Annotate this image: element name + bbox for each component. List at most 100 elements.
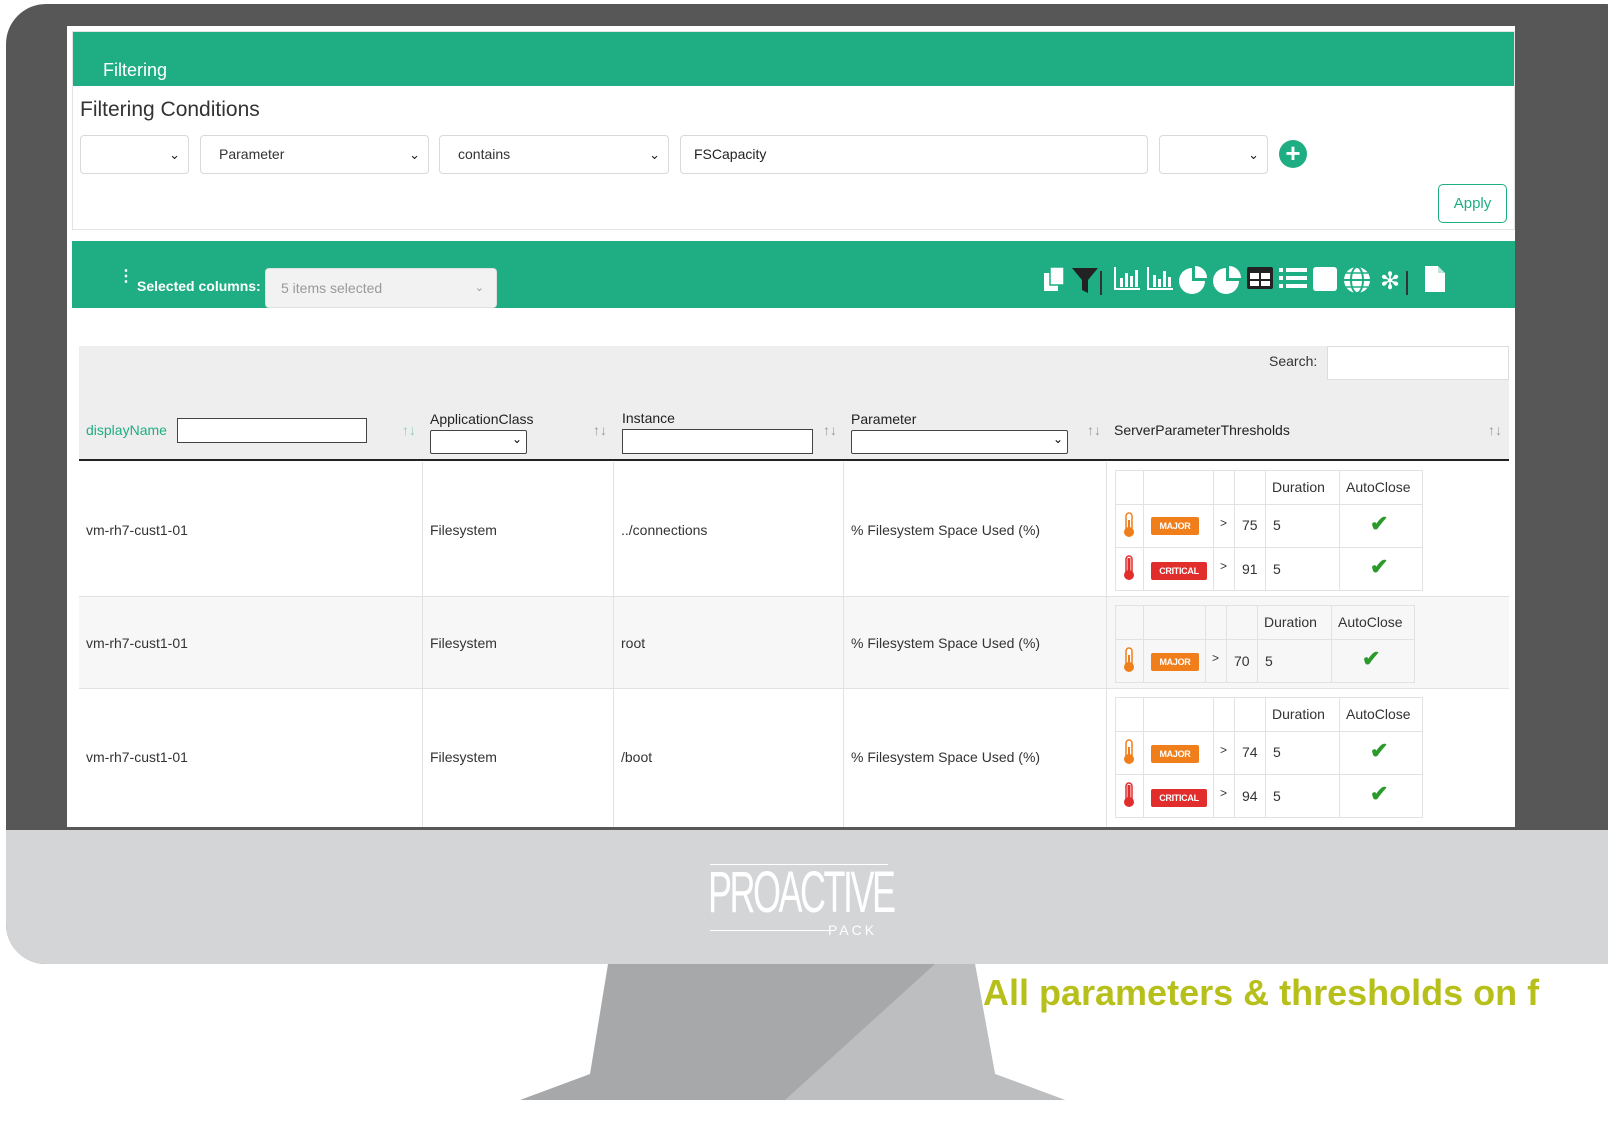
- cell-applicationclass: Filesystem: [423, 597, 614, 688]
- threshold-value: 70: [1234, 653, 1250, 669]
- sort-icon[interactable]: ↑↓: [402, 422, 416, 438]
- cell-applicationclass: Filesystem: [423, 462, 614, 596]
- instance-filter-input[interactable]: [622, 429, 813, 454]
- filtering-conditions-title: Filtering Conditions: [80, 98, 260, 121]
- checkmark-icon: ✔: [1370, 554, 1389, 579]
- instance-value: ../connections: [621, 522, 708, 538]
- plus-icon: +: [1285, 138, 1301, 168]
- tagline: All parameters & thresholds on f: [983, 972, 1540, 1013]
- copy-icon[interactable]: [1040, 265, 1070, 299]
- bar-chart-alt-icon[interactable]: [1145, 265, 1175, 299]
- toolbar-separator: [1406, 271, 1408, 295]
- list-icon[interactable]: [1278, 265, 1308, 299]
- applicationclass-filter-select[interactable]: ⌄: [430, 430, 527, 454]
- checkmark-icon: ✔: [1370, 781, 1389, 806]
- chevron-down-icon: ⌄: [1248, 147, 1259, 162]
- operator-value: >: [1212, 651, 1220, 665]
- checkmark-icon: ✔: [1370, 511, 1389, 536]
- bar-chart-icon[interactable]: [1112, 265, 1142, 299]
- cell-thresholds: Duration AutoClose MAJOR > 70 5 ✔: [1107, 597, 1509, 688]
- add-condition-button[interactable]: +: [1279, 140, 1307, 168]
- column-header-parameter[interactable]: Parameter: [851, 411, 916, 427]
- globe-icon[interactable]: [1342, 265, 1372, 299]
- logic-operator-select[interactable]: ⌄: [80, 135, 189, 174]
- chevron-down-icon: ⌄: [474, 282, 484, 294]
- cell-thresholds: Duration AutoClose MAJOR > 75 5 ✔ CRITIC…: [1107, 462, 1509, 596]
- table-icon[interactable]: [1245, 265, 1275, 299]
- severity-badge: MAJOR: [1151, 653, 1199, 671]
- search-label: Search:: [1269, 353, 1318, 369]
- operator-select[interactable]: contains ⌄: [439, 135, 669, 174]
- column-select[interactable]: Parameter ⌄: [200, 135, 429, 174]
- displayname-filter-input[interactable]: [177, 418, 367, 443]
- severity-badge: CRITICAL: [1151, 562, 1207, 580]
- duration-value: 5: [1273, 744, 1281, 760]
- autoclose-header: AutoClose: [1346, 479, 1411, 495]
- snowflake-icon[interactable]: ✻: [1375, 265, 1405, 299]
- parameter-value: % Filesystem Space Used (%): [851, 749, 1041, 765]
- checkmark-icon: ✔: [1370, 738, 1389, 763]
- parameter-value: % Filesystem Space Used (%): [851, 522, 1041, 538]
- parameter-filter-select[interactable]: ⌄: [851, 430, 1068, 454]
- applicationclass-value: Filesystem: [430, 749, 497, 765]
- duration-header: Duration: [1272, 706, 1325, 722]
- displayname-value: vm-rh7-cust1-01: [86, 522, 188, 538]
- table-header: displayName ↑↓ ApplicationClass ⌄ ↑↓ Ins…: [79, 401, 1509, 461]
- cell-displayname: vm-rh7-cust1-01: [79, 462, 423, 596]
- duration-value: 5: [1273, 517, 1281, 533]
- chevron-down-icon: ⌄: [169, 147, 180, 162]
- cell-displayname: vm-rh7-cust1-01: [79, 597, 423, 688]
- filter-value-input[interactable]: FSCapacity: [680, 135, 1148, 174]
- column-header-instance[interactable]: Instance: [622, 410, 675, 426]
- threshold-value: 75: [1242, 517, 1258, 533]
- filter-value-text: FSCapacity: [694, 146, 767, 162]
- cell-displayname: vm-rh7-cust1-01: [79, 689, 423, 827]
- column-header-applicationclass[interactable]: ApplicationClass: [430, 411, 534, 427]
- condition-join-select[interactable]: ⌄: [1159, 135, 1268, 174]
- threshold-value: 74: [1242, 744, 1258, 760]
- pie-chart-alt-icon[interactable]: [1212, 265, 1242, 299]
- cell-applicationclass: Filesystem: [423, 689, 614, 827]
- column-header-displayname[interactable]: displayName: [86, 422, 167, 438]
- column-header-serverparameterthresholds[interactable]: ServerParameterThresholds: [1114, 422, 1290, 438]
- filter-icon[interactable]: [1070, 265, 1100, 299]
- pie-chart-icon[interactable]: [1178, 265, 1208, 299]
- table-row[interactable]: vm-rh7-cust1-01 Filesystem ../connection…: [79, 462, 1509, 597]
- table-row[interactable]: vm-rh7-cust1-01 Filesystem root % Filesy…: [79, 597, 1509, 689]
- column-select-value: Parameter: [219, 146, 285, 162]
- kebab-menu-icon[interactable]: ⋮: [118, 269, 134, 285]
- cell-instance: /boot: [614, 689, 844, 827]
- severity-badge: MAJOR: [1151, 517, 1199, 535]
- sort-icon[interactable]: ↑↓: [823, 422, 837, 438]
- sort-icon[interactable]: ↑↓: [1087, 422, 1101, 438]
- app-screen: Filtering Filtering Conditions ⌄ Paramet…: [67, 26, 1515, 827]
- severity-badge: CRITICAL: [1151, 789, 1207, 807]
- chevron-down-icon: ⌄: [1052, 432, 1063, 446]
- applicationclass-value: Filesystem: [430, 522, 497, 538]
- operator-select-value: contains: [458, 146, 511, 162]
- thermometer-icon: [1124, 555, 1134, 580]
- cell-thresholds: Duration AutoClose MAJOR > 74 5 ✔ CRITIC…: [1107, 689, 1509, 827]
- filtering-header-title: Filtering: [103, 60, 168, 80]
- operator-value: >: [1220, 786, 1228, 800]
- sort-icon[interactable]: ↑↓: [1488, 422, 1502, 438]
- severity-badge: MAJOR: [1151, 745, 1199, 763]
- cell-parameter: % Filesystem Space Used (%): [844, 462, 1107, 596]
- cell-instance: root: [614, 597, 844, 688]
- duration-value: 5: [1273, 788, 1281, 804]
- document-icon[interactable]: [1420, 265, 1450, 299]
- logo-subtext: PACK: [828, 922, 878, 938]
- logo-line: [710, 930, 830, 931]
- displayname-value: vm-rh7-cust1-01: [86, 635, 188, 651]
- selected-columns-dropdown[interactable]: 5 items selected ⌄: [265, 268, 497, 308]
- square-view-icon[interactable]: [1310, 265, 1340, 299]
- table-row[interactable]: vm-rh7-cust1-01 Filesystem /boot % Files…: [79, 689, 1509, 827]
- autoclose-header: AutoClose: [1346, 706, 1411, 722]
- sort-icon[interactable]: ↑↓: [593, 422, 607, 438]
- apply-button[interactable]: Apply: [1438, 184, 1507, 223]
- applicationclass-value: Filesystem: [430, 635, 497, 651]
- instance-value: root: [621, 635, 646, 651]
- search-input[interactable]: [1327, 346, 1509, 380]
- parameter-value: % Filesystem Space Used (%): [851, 635, 1041, 651]
- checkmark-icon: ✔: [1362, 646, 1381, 671]
